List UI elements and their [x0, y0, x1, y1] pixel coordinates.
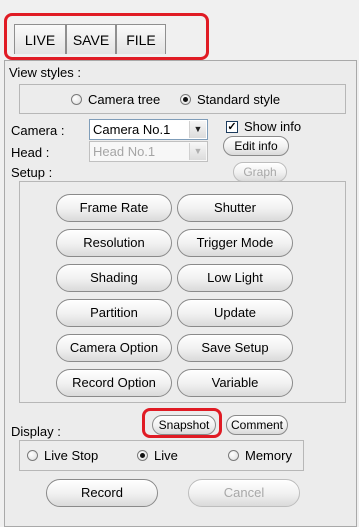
resolution-button[interactable]: Resolution [56, 229, 172, 257]
head-select[interactable]: Head No.1 ▼ [89, 141, 208, 162]
frame-rate-button[interactable]: Frame Rate [56, 194, 172, 222]
view-styles-label: View styles : [9, 65, 82, 80]
radio-memory-label: Memory [245, 448, 292, 463]
radio-camera-tree[interactable]: Camera tree [71, 92, 160, 107]
chevron-down-icon: ▼ [189, 121, 206, 138]
tab-live[interactable]: LIVE [14, 24, 66, 54]
record-option-button[interactable]: Record Option [56, 369, 172, 397]
radio-memory[interactable]: Memory [228, 448, 292, 463]
radio-live[interactable]: Live [137, 448, 178, 463]
camera-option-button[interactable]: Camera Option [56, 334, 172, 362]
update-button[interactable]: Update [177, 299, 293, 327]
radio-live-dot [137, 450, 148, 461]
camera-select-value: Camera No.1 [93, 122, 171, 137]
record-button[interactable]: Record [46, 479, 158, 507]
radio-standard-style-label: Standard style [197, 92, 281, 107]
edit-info-button[interactable]: Edit info [223, 136, 289, 156]
snapshot-button[interactable]: Snapshot [152, 415, 216, 435]
head-label: Head : [11, 145, 50, 160]
camera-select[interactable]: Camera No.1 ▼ [89, 119, 208, 140]
radio-live-stop-dot [27, 450, 38, 461]
live-panel: View styles : Camera tree Standard style… [4, 60, 357, 527]
radio-live-stop[interactable]: Live Stop [27, 448, 98, 463]
display-label: Display : [11, 424, 61, 439]
tab-file[interactable]: FILE [116, 24, 166, 54]
low-light-button[interactable]: Low Light [177, 264, 293, 292]
show-info-checkbox[interactable]: ✓ [226, 121, 238, 133]
radio-live-stop-label: Live Stop [44, 448, 99, 463]
camera-label: Camera : [11, 123, 65, 138]
trigger-mode-button[interactable]: Trigger Mode [177, 229, 293, 257]
radio-memory-dot [228, 450, 239, 461]
show-info-label: Show info [244, 119, 302, 134]
radio-standard-style-dot [180, 94, 191, 105]
comment-button[interactable]: Comment [226, 415, 288, 435]
radio-camera-tree-label: Camera tree [88, 92, 161, 107]
radio-live-label: Live [154, 448, 178, 463]
head-select-value: Head No.1 [93, 144, 156, 159]
variable-button[interactable]: Variable [177, 369, 293, 397]
shading-button[interactable]: Shading [56, 264, 172, 292]
shutter-button[interactable]: Shutter [177, 194, 293, 222]
setup-label: Setup : [11, 165, 53, 180]
radio-camera-tree-dot [71, 94, 82, 105]
radio-standard-style[interactable]: Standard style [180, 92, 280, 107]
graph-button[interactable]: Graph [233, 162, 287, 182]
partition-button[interactable]: Partition [56, 299, 172, 327]
tab-save[interactable]: SAVE [66, 24, 116, 54]
chevron-down-icon: ▼ [189, 143, 206, 160]
cancel-button[interactable]: Cancel [188, 479, 300, 507]
save-setup-button[interactable]: Save Setup [177, 334, 293, 362]
